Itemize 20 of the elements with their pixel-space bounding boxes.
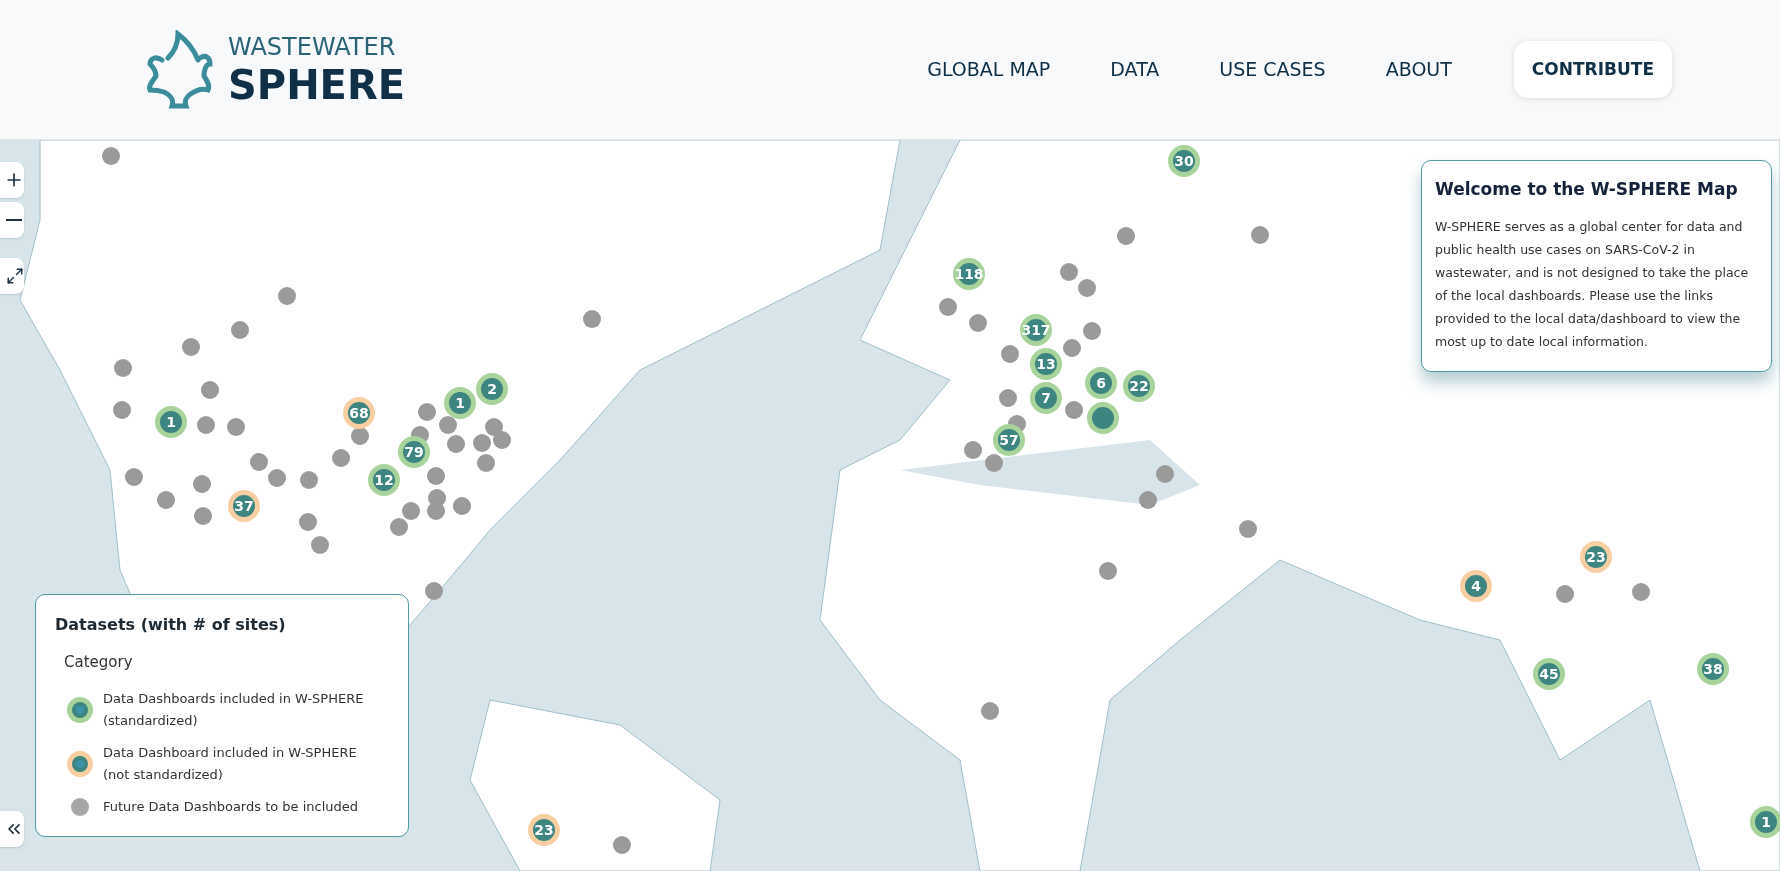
legend-label: Data Dashboards included in W-SPHERE (standardized): [103, 689, 365, 730]
nav-link[interactable]: USE CASES: [1199, 55, 1346, 84]
fullscreen-button[interactable]: [0, 258, 24, 294]
zoom-out-button[interactable]: [0, 202, 24, 238]
contribute-button[interactable]: CONTRIBUTE: [1513, 41, 1672, 98]
legend-title: Datasets (with # of sites): [55, 614, 287, 636]
welcome-title: Welcome to the W-SPHERE Map: [1435, 178, 1739, 201]
legend-subtitle: Category: [64, 652, 134, 673]
logo-icon: [144, 29, 216, 110]
welcome-text: W-SPHERE serves as a global center for data and public health use cases on SARS-CoV-2 in wastewater, and is not designed to take the place of the local dashboards. Please use the links provided to the local data/dashboard to view the most up to date local information.: [1435, 217, 1750, 351]
nav-link[interactable]: ABOUT: [1365, 55, 1472, 84]
zoom-in-button[interactable]: [0, 162, 24, 198]
nav-link[interactable]: DATA: [1090, 55, 1180, 84]
legend-label: Future Data Dashboards to be included: [103, 797, 360, 816]
fullscreen-icon: [6, 267, 24, 285]
logo-wordmark-top: WASTEWATER: [228, 34, 397, 59]
logo-wordmark-bottom: SPHERE: [228, 64, 406, 105]
collapse-button[interactable]: [0, 811, 24, 847]
legend-label: Data Dashboard included in W-SPHERE (not standardized): [103, 743, 358, 784]
nav-link[interactable]: GLOBAL MAP: [907, 55, 1071, 84]
